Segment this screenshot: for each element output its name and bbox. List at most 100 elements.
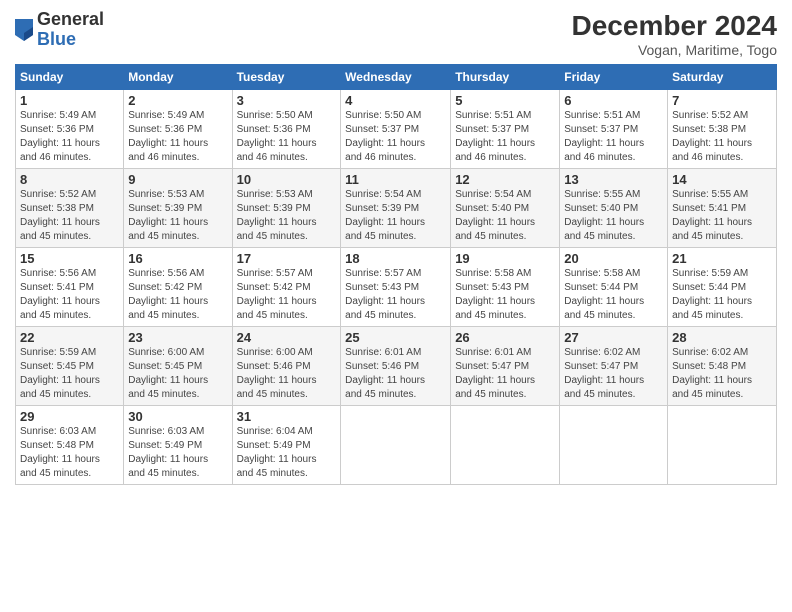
day-info: Sunrise: 6:00 AM Sunset: 5:45 PM Dayligh… [128, 346, 227, 402]
day-info: Sunrise: 5:54 AM Sunset: 5:40 PM Dayligh… [455, 188, 555, 244]
day-number: 13 [564, 172, 663, 187]
day-number: 31 [237, 409, 337, 424]
day-number: 30 [128, 409, 227, 424]
day-info: Sunrise: 5:59 AM Sunset: 5:45 PM Dayligh… [20, 346, 119, 402]
table-row: 3Sunrise: 5:50 AM Sunset: 5:36 PM Daylig… [232, 90, 341, 169]
table-row: 28Sunrise: 6:02 AM Sunset: 5:48 PM Dayli… [668, 327, 777, 406]
col-thursday: Thursday [451, 65, 560, 90]
day-number: 10 [237, 172, 337, 187]
col-sunday: Sunday [16, 65, 124, 90]
table-row [341, 406, 451, 485]
day-number: 11 [345, 172, 446, 187]
table-row [451, 406, 560, 485]
logo: General Blue [15, 10, 104, 50]
day-info: Sunrise: 5:52 AM Sunset: 5:38 PM Dayligh… [20, 188, 119, 244]
day-info: Sunrise: 5:51 AM Sunset: 5:37 PM Dayligh… [564, 109, 663, 165]
calendar-row: 8Sunrise: 5:52 AM Sunset: 5:38 PM Daylig… [16, 169, 777, 248]
table-row: 7Sunrise: 5:52 AM Sunset: 5:38 PM Daylig… [668, 90, 777, 169]
calendar-row: 22Sunrise: 5:59 AM Sunset: 5:45 PM Dayli… [16, 327, 777, 406]
day-info: Sunrise: 6:02 AM Sunset: 5:47 PM Dayligh… [564, 346, 663, 402]
day-info: Sunrise: 5:56 AM Sunset: 5:42 PM Dayligh… [128, 267, 227, 323]
table-row: 11Sunrise: 5:54 AM Sunset: 5:39 PM Dayli… [341, 169, 451, 248]
day-info: Sunrise: 5:59 AM Sunset: 5:44 PM Dayligh… [672, 267, 772, 323]
logo-text: General Blue [37, 10, 104, 50]
table-row [560, 406, 668, 485]
table-row: 26Sunrise: 6:01 AM Sunset: 5:47 PM Dayli… [451, 327, 560, 406]
table-row: 17Sunrise: 5:57 AM Sunset: 5:42 PM Dayli… [232, 248, 341, 327]
day-info: Sunrise: 6:02 AM Sunset: 5:48 PM Dayligh… [672, 346, 772, 402]
table-row: 18Sunrise: 5:57 AM Sunset: 5:43 PM Dayli… [341, 248, 451, 327]
day-number: 2 [128, 93, 227, 108]
table-row: 27Sunrise: 6:02 AM Sunset: 5:47 PM Dayli… [560, 327, 668, 406]
day-number: 17 [237, 251, 337, 266]
day-info: Sunrise: 6:00 AM Sunset: 5:46 PM Dayligh… [237, 346, 337, 402]
day-number: 12 [455, 172, 555, 187]
day-number: 28 [672, 330, 772, 345]
logo-blue: Blue [37, 30, 104, 50]
day-info: Sunrise: 5:50 AM Sunset: 5:37 PM Dayligh… [345, 109, 446, 165]
day-info: Sunrise: 5:57 AM Sunset: 5:42 PM Dayligh… [237, 267, 337, 323]
calendar-row: 1Sunrise: 5:49 AM Sunset: 5:36 PM Daylig… [16, 90, 777, 169]
col-monday: Monday [124, 65, 232, 90]
table-row: 1Sunrise: 5:49 AM Sunset: 5:36 PM Daylig… [16, 90, 124, 169]
day-info: Sunrise: 5:56 AM Sunset: 5:41 PM Dayligh… [20, 267, 119, 323]
day-info: Sunrise: 5:51 AM Sunset: 5:37 PM Dayligh… [455, 109, 555, 165]
day-number: 29 [20, 409, 119, 424]
table-row: 6Sunrise: 5:51 AM Sunset: 5:37 PM Daylig… [560, 90, 668, 169]
day-number: 23 [128, 330, 227, 345]
day-info: Sunrise: 6:01 AM Sunset: 5:46 PM Dayligh… [345, 346, 446, 402]
day-info: Sunrise: 5:55 AM Sunset: 5:41 PM Dayligh… [672, 188, 772, 244]
title-block: December 2024 Vogan, Maritime, Togo [572, 10, 777, 58]
day-number: 16 [128, 251, 227, 266]
day-info: Sunrise: 6:04 AM Sunset: 5:49 PM Dayligh… [237, 425, 337, 481]
calendar-row: 15Sunrise: 5:56 AM Sunset: 5:41 PM Dayli… [16, 248, 777, 327]
day-number: 21 [672, 251, 772, 266]
day-number: 25 [345, 330, 446, 345]
logo-general: General [37, 10, 104, 30]
day-number: 14 [672, 172, 772, 187]
table-row: 14Sunrise: 5:55 AM Sunset: 5:41 PM Dayli… [668, 169, 777, 248]
col-friday: Friday [560, 65, 668, 90]
header: General Blue December 2024 Vogan, Mariti… [15, 10, 777, 58]
table-row: 20Sunrise: 5:58 AM Sunset: 5:44 PM Dayli… [560, 248, 668, 327]
day-number: 19 [455, 251, 555, 266]
table-row: 13Sunrise: 5:55 AM Sunset: 5:40 PM Dayli… [560, 169, 668, 248]
day-number: 7 [672, 93, 772, 108]
day-number: 18 [345, 251, 446, 266]
day-number: 9 [128, 172, 227, 187]
day-number: 15 [20, 251, 119, 266]
day-number: 6 [564, 93, 663, 108]
day-number: 22 [20, 330, 119, 345]
table-row: 24Sunrise: 6:00 AM Sunset: 5:46 PM Dayli… [232, 327, 341, 406]
table-row: 12Sunrise: 5:54 AM Sunset: 5:40 PM Dayli… [451, 169, 560, 248]
day-number: 4 [345, 93, 446, 108]
logo-icon [15, 19, 33, 41]
table-row: 10Sunrise: 5:53 AM Sunset: 5:39 PM Dayli… [232, 169, 341, 248]
day-number: 3 [237, 93, 337, 108]
table-row: 9Sunrise: 5:53 AM Sunset: 5:39 PM Daylig… [124, 169, 232, 248]
day-info: Sunrise: 6:03 AM Sunset: 5:48 PM Dayligh… [20, 425, 119, 481]
table-row: 23Sunrise: 6:00 AM Sunset: 5:45 PM Dayli… [124, 327, 232, 406]
col-saturday: Saturday [668, 65, 777, 90]
day-number: 27 [564, 330, 663, 345]
day-info: Sunrise: 5:52 AM Sunset: 5:38 PM Dayligh… [672, 109, 772, 165]
day-number: 26 [455, 330, 555, 345]
table-row [668, 406, 777, 485]
day-info: Sunrise: 5:49 AM Sunset: 5:36 PM Dayligh… [128, 109, 227, 165]
day-info: Sunrise: 5:57 AM Sunset: 5:43 PM Dayligh… [345, 267, 446, 323]
table-row: 2Sunrise: 5:49 AM Sunset: 5:36 PM Daylig… [124, 90, 232, 169]
day-info: Sunrise: 6:03 AM Sunset: 5:49 PM Dayligh… [128, 425, 227, 481]
day-info: Sunrise: 5:49 AM Sunset: 5:36 PM Dayligh… [20, 109, 119, 165]
day-number: 1 [20, 93, 119, 108]
col-tuesday: Tuesday [232, 65, 341, 90]
day-info: Sunrise: 5:53 AM Sunset: 5:39 PM Dayligh… [128, 188, 227, 244]
table-row: 29Sunrise: 6:03 AM Sunset: 5:48 PM Dayli… [16, 406, 124, 485]
calendar-body: 1Sunrise: 5:49 AM Sunset: 5:36 PM Daylig… [16, 90, 777, 485]
day-info: Sunrise: 5:53 AM Sunset: 5:39 PM Dayligh… [237, 188, 337, 244]
table-row: 5Sunrise: 5:51 AM Sunset: 5:37 PM Daylig… [451, 90, 560, 169]
table-row: 30Sunrise: 6:03 AM Sunset: 5:49 PM Dayli… [124, 406, 232, 485]
table-row: 16Sunrise: 5:56 AM Sunset: 5:42 PM Dayli… [124, 248, 232, 327]
table-row: 25Sunrise: 6:01 AM Sunset: 5:46 PM Dayli… [341, 327, 451, 406]
day-info: Sunrise: 5:55 AM Sunset: 5:40 PM Dayligh… [564, 188, 663, 244]
table-row: 8Sunrise: 5:52 AM Sunset: 5:38 PM Daylig… [16, 169, 124, 248]
